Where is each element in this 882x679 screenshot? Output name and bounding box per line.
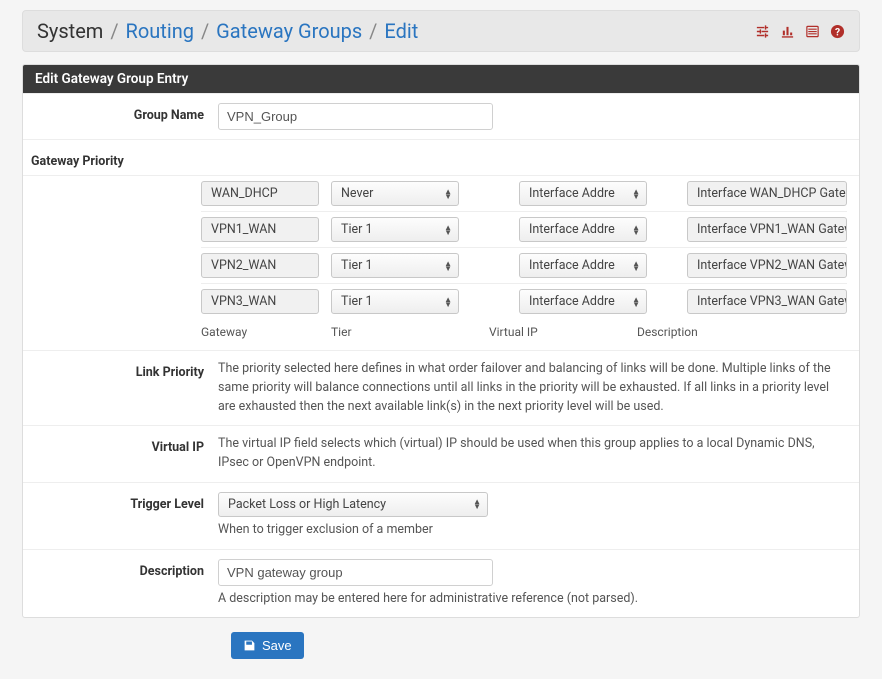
group-name-label: Group Name <box>23 103 218 123</box>
trigger-level-label: Trigger Level <box>23 492 218 512</box>
tier-select[interactable]: Never▲▼ <box>331 181 459 206</box>
breadcrumb-edit[interactable]: Edit <box>384 19 418 43</box>
svg-text:?: ? <box>834 25 839 38</box>
breadcrumb-gateway-groups[interactable]: Gateway Groups <box>216 19 362 43</box>
virtual-ip-label: Virtual IP <box>23 435 218 455</box>
save-icon <box>243 639 256 652</box>
gateway-name-cell: VPN3_WAN <box>201 289 319 314</box>
col-vip-label: Virtual IP <box>489 325 617 339</box>
virtual-ip-select[interactable]: Interface Addre▲▼ <box>519 181 647 206</box>
gateway-name-cell: WAN_DHCP <box>201 181 319 206</box>
col-gateway-label: Gateway <box>201 325 319 339</box>
gateway-grid: WAN_DHCP Never▲▼ Interface Addre▲▼ Inter… <box>201 176 847 341</box>
virtual-ip-select[interactable]: Interface Addre▲▼ <box>519 217 647 242</box>
tier-select[interactable]: Tier 1▲▼ <box>331 253 459 278</box>
link-priority-help: The priority selected here defines in wh… <box>218 360 847 416</box>
gateway-name-cell: VPN1_WAN <box>201 217 319 242</box>
gateway-desc-cell: Interface VPN2_WAN Gateway <box>687 253 847 278</box>
virtual-ip-help: The virtual IP field selects which (virt… <box>218 435 847 473</box>
breadcrumb: System / Routing / Gateway Groups / Edit… <box>22 10 860 52</box>
link-priority-label: Link Priority <box>23 360 218 380</box>
help-icon[interactable]: ? <box>829 23 845 39</box>
bar-chart-icon[interactable] <box>779 23 795 39</box>
gateway-desc-cell: Interface VPN3_WAN Gateway <box>687 289 847 314</box>
description-input[interactable] <box>218 559 493 586</box>
gateway-desc-cell: Interface VPN1_WAN Gateway <box>687 217 847 242</box>
gateway-priority-label: Gateway Priority <box>31 146 847 173</box>
save-button[interactable]: Save <box>231 632 304 659</box>
description-help: A description may be entered here for ad… <box>218 590 847 609</box>
edit-panel: Edit Gateway Group Entry Group Name Gate… <box>22 64 860 618</box>
virtual-ip-select[interactable]: Interface Addre▲▼ <box>519 289 647 314</box>
tier-select[interactable]: Tier 1▲▼ <box>331 289 459 314</box>
col-desc-label: Description <box>637 325 797 339</box>
group-name-input[interactable] <box>218 103 493 130</box>
description-label: Description <box>23 559 218 579</box>
tier-select[interactable]: Tier 1▲▼ <box>331 217 459 242</box>
sliders-icon[interactable] <box>754 23 770 39</box>
breadcrumb-root: System <box>37 19 103 43</box>
panel-title: Edit Gateway Group Entry <box>23 65 859 93</box>
breadcrumb-routing[interactable]: Routing <box>126 19 194 43</box>
trigger-level-help: When to trigger exclusion of a member <box>218 521 847 540</box>
gateway-name-cell: VPN2_WAN <box>201 253 319 278</box>
virtual-ip-select[interactable]: Interface Addre▲▼ <box>519 253 647 278</box>
trigger-level-select[interactable]: Packet Loss or High Latency▲▼ <box>218 492 488 517</box>
col-tier-label: Tier <box>331 325 459 339</box>
gateway-desc-cell: Interface WAN_DHCP Gateway <box>687 181 847 206</box>
list-icon[interactable] <box>804 23 820 39</box>
